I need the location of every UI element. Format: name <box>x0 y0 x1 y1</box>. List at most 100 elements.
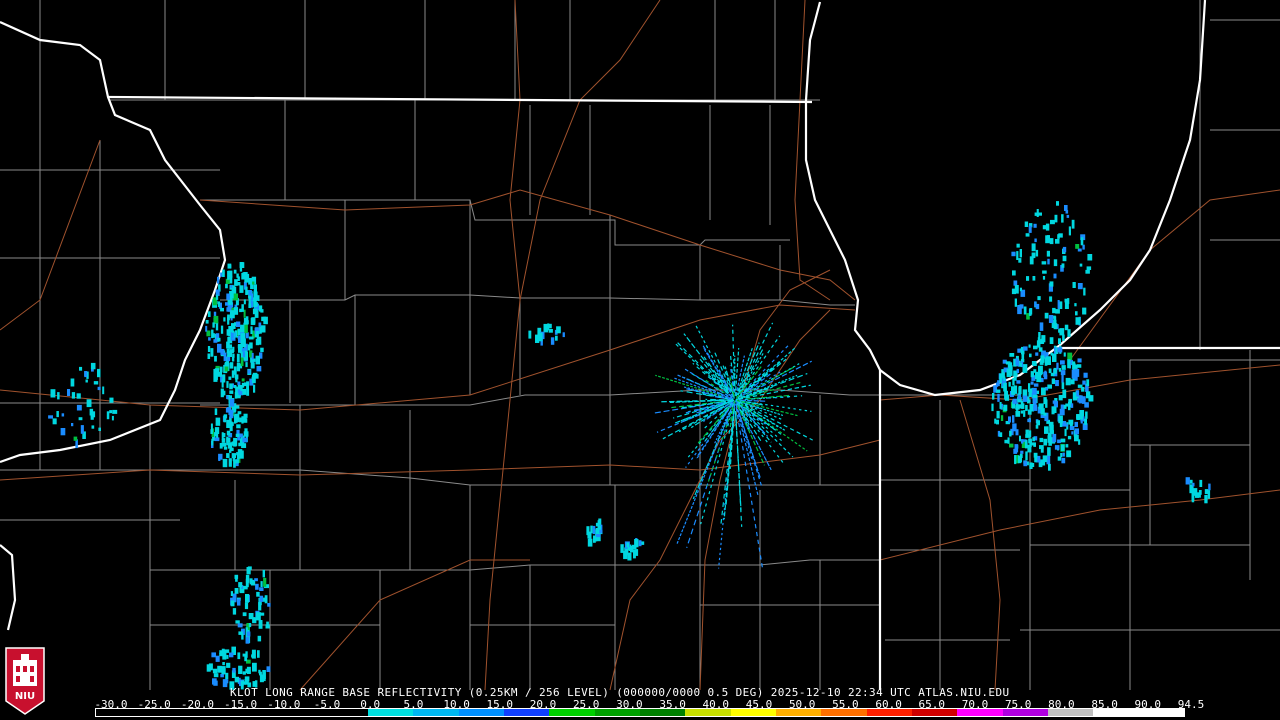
echo-pixel <box>224 366 229 372</box>
echo-pixel <box>251 649 256 659</box>
echo-pixel <box>996 410 1000 419</box>
echo-pixel <box>238 582 243 588</box>
echo-pixel <box>1061 214 1064 223</box>
echo-pixel <box>227 351 233 357</box>
echo-pixel <box>226 381 229 388</box>
echo-pixel <box>226 662 231 668</box>
echo-pixel <box>1003 376 1006 381</box>
echo-pixel <box>1042 276 1046 280</box>
echo-pixel <box>233 269 237 274</box>
echo-pixel <box>91 425 95 429</box>
echo-pixel <box>231 356 235 362</box>
echo-pixel <box>1074 303 1077 307</box>
echo-pixel <box>1079 263 1083 267</box>
echo-pixel <box>222 433 226 438</box>
echo-pixel <box>1085 411 1088 419</box>
echo-pixel <box>1071 431 1074 435</box>
echo-pixel <box>538 332 543 342</box>
colorbar-segment <box>957 709 1003 716</box>
echo-pixel <box>207 353 211 359</box>
echo-ray <box>735 410 742 511</box>
echo-pixel <box>217 343 222 353</box>
echo-pixel <box>555 335 558 341</box>
echo-pixel <box>252 662 257 672</box>
echo-pixel <box>226 341 230 349</box>
echo-pixel <box>215 294 219 300</box>
echo-pixel <box>1050 219 1055 225</box>
echo-pixel <box>1033 345 1038 350</box>
echo-pixel <box>229 383 233 390</box>
radar-map[interactable] <box>0 0 1280 720</box>
echo-pixel <box>1005 361 1011 365</box>
echo-pixel <box>245 594 249 603</box>
echo-pixel <box>1057 439 1061 444</box>
echo-pixel <box>1059 328 1065 336</box>
echo-ray <box>687 405 731 458</box>
echo-pixel <box>1027 418 1031 423</box>
echo-pixel <box>1055 380 1059 387</box>
echo-pixel <box>1014 385 1018 394</box>
echo-pixel <box>67 389 71 396</box>
echo-pixel <box>1047 432 1052 438</box>
echo-pixel <box>242 437 248 443</box>
echo-ray <box>746 360 812 395</box>
echo-pixel <box>1038 332 1041 338</box>
echo-pixel <box>70 378 75 387</box>
echo-pixel <box>226 655 229 659</box>
echo-pixel <box>1009 443 1014 448</box>
echo-pixel <box>219 443 223 449</box>
echo-pixel <box>214 437 220 442</box>
echo-pixel <box>229 447 234 452</box>
echo-pixel <box>1039 445 1044 450</box>
echo-pixel <box>246 666 251 674</box>
echo-pixel <box>1031 243 1036 252</box>
echo-pixel <box>222 662 225 666</box>
echo-pixel <box>236 454 240 460</box>
colorbar-segment <box>186 709 232 716</box>
echo-pixel <box>252 281 255 285</box>
echo-pixel <box>1061 457 1066 464</box>
echo-pixel <box>253 384 256 393</box>
echo-pixel <box>231 453 236 459</box>
echo-pixel <box>1072 361 1076 370</box>
echo-pixel <box>220 307 224 312</box>
echo-pixel <box>229 310 235 319</box>
echo-pixel <box>1022 364 1028 373</box>
echo-pixel <box>236 282 241 286</box>
echo-pixel <box>1019 362 1022 367</box>
echo-pixel <box>238 665 243 674</box>
echo-pixel <box>1016 368 1019 373</box>
echo-pixel <box>231 332 234 339</box>
echo-pixel <box>1026 276 1030 281</box>
echo-pixel <box>239 433 243 438</box>
echo-pixel <box>220 272 223 277</box>
echo-pixel <box>1030 381 1034 385</box>
echo-pixel <box>1020 450 1024 454</box>
echo-pixel <box>1071 369 1076 379</box>
echo-pixel <box>594 538 598 542</box>
echo-pixel <box>259 587 264 591</box>
echo-pixel <box>1049 281 1054 287</box>
echo-pixel <box>1208 483 1211 491</box>
echo-pixel <box>1035 352 1039 356</box>
echo-pixel <box>1185 477 1190 485</box>
echo-pixel <box>205 320 209 324</box>
echo-pixel <box>245 286 248 295</box>
echo-pixel <box>1024 221 1029 227</box>
echo-pixel <box>1065 377 1071 386</box>
echo-pixel <box>1048 463 1051 471</box>
echo-pixel <box>1077 248 1082 252</box>
echo-pixel <box>1009 353 1015 357</box>
echo-pixel <box>1003 382 1007 392</box>
echo-pixel <box>1043 397 1047 405</box>
echo-pixel <box>227 264 232 269</box>
echo-pixel <box>1027 399 1031 403</box>
echo-pixel <box>1016 243 1020 248</box>
echo-pixel <box>1013 280 1018 286</box>
dbz-colorbar <box>95 708 1185 717</box>
echo-pixel <box>219 366 223 373</box>
echo-pixel <box>98 427 101 431</box>
echo-pixel <box>1030 442 1035 446</box>
echo-pixel <box>225 283 228 289</box>
echo-pixel <box>226 453 230 458</box>
